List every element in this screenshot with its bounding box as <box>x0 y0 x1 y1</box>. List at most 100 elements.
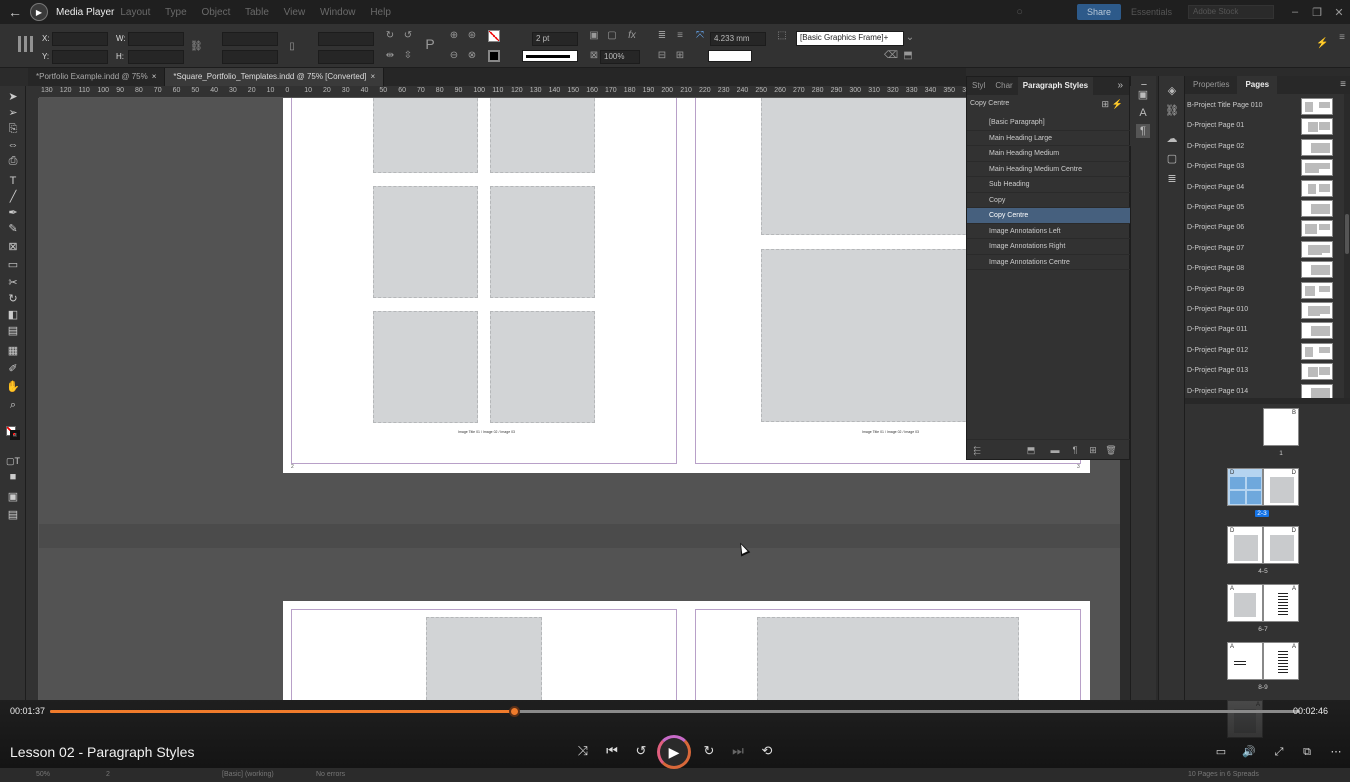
previous-icon[interactable]: ⏮ <box>603 742 621 760</box>
new-group-icon[interactable]: ▬ <box>1049 444 1061 456</box>
link-scale-icon[interactable]: ▯ <box>286 41 298 53</box>
paragraph-style-item[interactable]: Main Heading Large <box>967 131 1131 146</box>
master-page-thumbnail[interactable] <box>1301 302 1333 319</box>
frame-options-icon[interactable]: ⬒ <box>902 50 914 62</box>
image-frame[interactable] <box>426 617 542 700</box>
play-button[interactable]: ▶ <box>657 735 691 769</box>
pages-panel-menu-icon[interactable]: ≡ <box>1336 76 1350 94</box>
zoom-level[interactable]: 50% <box>36 768 50 782</box>
object-style-chevron-icon[interactable]: ⌄ <box>904 32 916 44</box>
master-page-item[interactable]: D-Project Page 08 <box>1185 261 1335 281</box>
reference-point-icon[interactable] <box>18 36 34 52</box>
master-page-item[interactable]: D-Project Page 05 <box>1185 200 1335 220</box>
stroke-icon[interactable]: ▢ <box>1165 152 1179 166</box>
menu-item-type[interactable]: Type <box>165 7 187 18</box>
control-panel-menu-icon[interactable]: ≡ <box>1336 32 1348 44</box>
mini-player-icon[interactable]: ⧉ <box>1298 744 1316 760</box>
shuffle-icon[interactable]: ⤨ <box>574 742 592 760</box>
new-style-from-selection-icon[interactable]: ⊞ <box>1101 95 1109 113</box>
lightbulb-icon[interactable]: ○ <box>1016 6 1023 18</box>
image-frame[interactable] <box>373 311 478 423</box>
master-page-thumbnail[interactable] <box>1301 281 1333 299</box>
cc-libraries-icon[interactable]: ☁ <box>1165 132 1179 146</box>
next-icon[interactable]: ⏭ <box>729 742 747 760</box>
master-page-item[interactable]: D-Project Page 07 <box>1185 240 1335 261</box>
master-page-thumbnail[interactable] <box>1301 98 1333 115</box>
object-style-icon[interactable]: ⬚ <box>776 30 788 42</box>
page-thumbnail[interactable]: A <box>1227 584 1263 622</box>
fx-icon[interactable]: fx <box>626 30 638 42</box>
master-page-item[interactable]: D-Project Page 03 <box>1185 159 1335 179</box>
forward-30-icon[interactable]: ↻ <box>700 742 718 760</box>
menu-item-help[interactable]: Help <box>370 7 391 18</box>
tab-square-portfolio-templates[interactable]: *Square_Portfolio_Templates.indd @ 75% [… <box>165 68 385 86</box>
master-page-item[interactable]: D-Project Page 011 <box>1185 322 1335 342</box>
page-number-field[interactable]: 2 <box>106 768 110 782</box>
master-page-item[interactable]: D-Project Page 02 <box>1185 138 1335 159</box>
page-tool-icon[interactable]: ⎘ <box>5 122 21 136</box>
master-page-item[interactable]: D-Project Page 013 <box>1185 363 1335 383</box>
normal-view-icon[interactable]: ■ <box>5 470 21 484</box>
page-thumbnail[interactable]: D <box>1263 526 1299 564</box>
tab-character-styles[interactable]: Char <box>990 77 1017 95</box>
gap-tool-icon[interactable]: ⤧ <box>694 30 706 42</box>
style-mapping-icon[interactable]: ⬱ <box>971 444 983 456</box>
rectangle-tool-icon[interactable]: ▭ <box>5 258 21 272</box>
paragraph-style-item[interactable]: Main Heading Medium Centre <box>967 162 1131 177</box>
align-left-icon[interactable]: ≣ <box>656 30 668 42</box>
spread-thumbnail[interactable]: AA <box>1227 642 1299 680</box>
image-caption[interactable]: Image Title 01 / Image 02 / Image 03 <box>862 430 919 434</box>
master-page-item[interactable]: D-Project Page 012 <box>1185 342 1335 363</box>
constrain-proportions-icon[interactable]: ⛓ <box>190 41 203 53</box>
x-field[interactable] <box>52 32 108 46</box>
master-page-thumbnail[interactable] <box>1301 200 1333 217</box>
seek-bar[interactable] <box>50 706 1300 717</box>
restore-icon[interactable]: ❐ <box>1306 6 1328 19</box>
selection-tool-icon[interactable]: ➤ <box>5 90 21 104</box>
scale-x-field[interactable] <box>222 32 278 46</box>
selection-p-icon[interactable]: P <box>424 37 436 51</box>
free-transform-tool-icon[interactable]: ↻ <box>5 292 21 306</box>
flip-horizontal-icon[interactable]: ⇹ <box>384 50 396 62</box>
volume-icon[interactable]: 🔊 <box>1240 744 1258 760</box>
paragraph-styles-icon[interactable]: ¶ <box>1136 124 1150 138</box>
image-frame[interactable] <box>373 98 478 173</box>
formatting-container-icon[interactable]: ▢T <box>5 454 21 468</box>
pasteboard[interactable]: Image Title 01 / Image 02 / Image 03 2 I… <box>39 98 1120 700</box>
load-styles-icon[interactable]: ⬒ <box>1025 444 1037 456</box>
y-field[interactable] <box>52 50 108 64</box>
stock-search-input[interactable]: Adobe Stock <box>1188 5 1274 19</box>
close-icon[interactable]: ✕ <box>1328 6 1350 19</box>
spread-thumbnail[interactable]: AA <box>1227 584 1299 622</box>
share-button[interactable]: Share <box>1076 4 1121 20</box>
page-5[interactable] <box>687 601 1090 700</box>
cc-libraries-icon[interactable]: ▤ <box>5 508 21 522</box>
page-thumbnail[interactable]: D <box>1227 468 1263 506</box>
select-previous-icon[interactable]: ⊖ <box>448 50 460 62</box>
character-styles-icon[interactable]: A <box>1136 106 1150 120</box>
repeat-icon[interactable]: ⟲ <box>758 742 776 760</box>
flip-vertical-icon[interactable]: ⇳ <box>402 50 414 62</box>
select-next-icon[interactable]: ⊗ <box>466 50 478 62</box>
tab-portfolio-example[interactable]: *Portfolio Example.indd @ 75% × <box>28 68 166 86</box>
master-page-thumbnail[interactable] <box>1301 240 1333 258</box>
align-icon[interactable]: ≣ <box>1165 172 1179 186</box>
master-page-thumbnail[interactable] <box>1301 363 1333 381</box>
pencil-tool-icon[interactable]: ✎ <box>5 222 21 236</box>
paragraph-style-item[interactable]: Image Annotations Centre <box>967 255 1131 270</box>
gap-tool-icon[interactable]: ⇔ <box>5 138 21 152</box>
workspace-switcher[interactable]: Essentials <box>1131 7 1172 17</box>
menu-item-view[interactable]: View <box>284 7 306 18</box>
master-page-thumbnail[interactable] <box>1301 261 1333 279</box>
tab-close-icon[interactable]: × <box>152 72 157 81</box>
master-page-thumbnail[interactable] <box>1301 159 1333 177</box>
paragraph-style-item[interactable]: Sub Heading <box>967 177 1131 193</box>
working-profile[interactable]: [Basic] (working) <box>222 768 274 782</box>
page-thumbnail[interactable]: A <box>1263 584 1299 622</box>
image-frame[interactable] <box>757 617 1019 700</box>
tab-properties[interactable]: Properties <box>1185 76 1237 94</box>
quick-apply-icon[interactable]: ⚡ <box>1316 38 1328 50</box>
master-page-item[interactable]: B-Project Title Page 010 <box>1185 98 1335 118</box>
direct-selection-tool-icon[interactable]: ➢ <box>5 106 21 120</box>
scale-y-field[interactable] <box>222 50 278 64</box>
